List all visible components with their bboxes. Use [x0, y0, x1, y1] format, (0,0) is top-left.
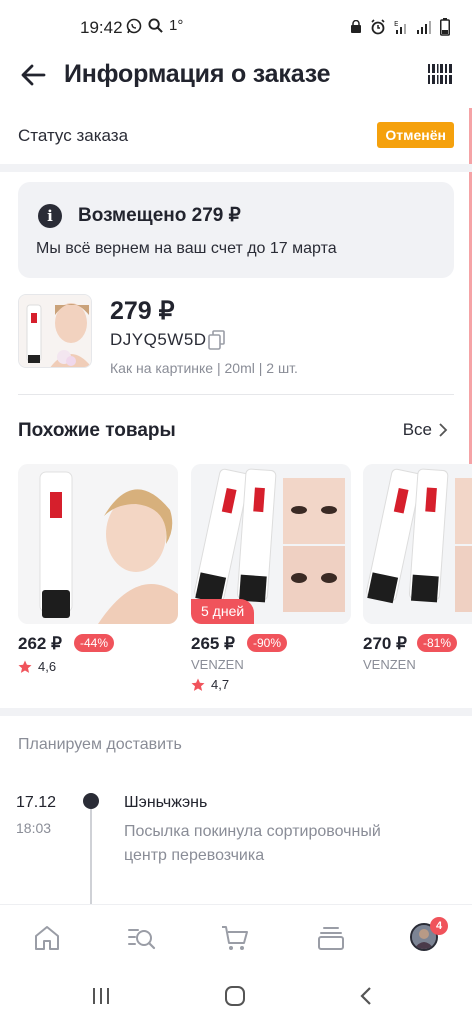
card-price: 270 ₽	[363, 634, 407, 653]
product-card[interactable]: 5 дней 265 ₽ -90% VENZEN 4,7	[191, 464, 351, 704]
status-time: 19:42	[80, 18, 123, 37]
card-price: 265 ₽	[191, 634, 235, 653]
whatsapp-icon	[126, 18, 142, 33]
status-badge: Отменён	[377, 122, 454, 148]
refund-info-box: i Возмещено 279 ₽ Мы всё вернем на ваш с…	[18, 182, 454, 278]
product-image[interactable]	[18, 294, 92, 368]
back-arrow-icon[interactable]	[18, 60, 48, 90]
recent-apps-icon[interactable]	[90, 986, 112, 1006]
signal-icon	[417, 21, 431, 34]
status-system-icons: E	[350, 18, 450, 36]
copy-icon[interactable]	[208, 330, 226, 350]
system-navigation-bar	[0, 970, 472, 1024]
delivery-heading: Планируем доставить	[18, 736, 182, 753]
order-code: DJYQ5W5D	[110, 330, 207, 349]
rating: 4,7	[191, 677, 229, 692]
timeline-line	[90, 809, 92, 904]
divider	[18, 394, 454, 395]
refund-title: Возмещено 279 ₽	[78, 205, 241, 226]
see-all-link[interactable]: Все	[403, 420, 432, 440]
product-card[interactable]: 262 ₽ -44% 4,6	[18, 464, 178, 704]
discount-badge: -81%	[417, 634, 458, 652]
timeline-city: Шэньчжэнь	[124, 794, 208, 811]
star-icon	[18, 660, 32, 673]
info-icon: i	[38, 204, 62, 228]
product-variant: Как на картинке | 20ml | 2 шт.	[110, 360, 298, 376]
refund-subtitle: Мы всё вернем на ваш счет до 17 марта	[36, 240, 337, 257]
product-card-image[interactable]: 5 дней	[191, 464, 351, 624]
similar-products-carousel[interactable]: 262 ₽ -44% 4,6 5 дней 265 ₽ -90% VENZEN …	[18, 464, 472, 704]
status-notification-icons: 1°	[126, 17, 183, 34]
notification-badge: 4	[430, 917, 448, 935]
discount-badge: -44%	[74, 634, 115, 652]
ordered-product[interactable]: 279 ₽ DJYQ5W5D Как на картинке | 20ml | …	[18, 294, 454, 384]
signal-e-icon: E	[394, 20, 406, 34]
home-icon[interactable]	[32, 923, 62, 953]
page-title: Информация о заказе	[64, 60, 331, 88]
product-price: 279 ₽	[110, 297, 175, 325]
app-bar: Информация о заказе	[0, 52, 472, 100]
discount-badge: -90%	[247, 634, 288, 652]
timeline-dot	[83, 793, 99, 809]
section-divider	[0, 164, 472, 172]
product-card[interactable]: 270 ₽ -81% VENZEN	[363, 464, 472, 704]
temperature-text: 1°	[169, 17, 184, 34]
alarm-icon	[371, 19, 385, 35]
timeline-date: 17.12	[16, 794, 57, 811]
barcode-icon[interactable]	[426, 60, 454, 88]
chevron-right-icon[interactable]	[436, 422, 450, 438]
section-divider	[0, 708, 472, 716]
rating: 4,6	[18, 659, 56, 674]
product-card-image[interactable]	[18, 464, 178, 624]
lock-icon	[351, 20, 361, 33]
home-button-icon[interactable]	[224, 985, 246, 1007]
status-bar: 19:42 1° E	[0, 0, 472, 52]
battery-icon	[440, 18, 450, 36]
product-card-image[interactable]	[363, 464, 472, 624]
svg-text:E: E	[394, 20, 398, 28]
brand-name: VENZEN	[363, 657, 416, 672]
back-button-icon[interactable]	[358, 985, 374, 1007]
card-price: 262 ₽	[18, 634, 62, 653]
search-icon	[148, 18, 163, 33]
rating-value: 4,6	[38, 659, 57, 674]
timeline-time: 18:03	[16, 820, 52, 836]
delivery-days-tag: 5 дней	[191, 599, 255, 624]
bottom-navigation: 4	[0, 904, 472, 970]
brand-name: VENZEN	[191, 657, 244, 672]
rating-value: 4,7	[211, 677, 230, 692]
cart-icon[interactable]	[220, 923, 250, 953]
order-status-row: Статус заказа Отменён	[0, 118, 472, 158]
star-icon	[191, 678, 205, 691]
catalog-search-icon[interactable]	[126, 923, 156, 953]
orders-icon[interactable]	[316, 923, 346, 953]
similar-products-title: Похожие товары	[18, 420, 176, 441]
timeline-description: Посылка покинула сортировочный центр пер…	[124, 823, 381, 864]
order-status-label: Статус заказа	[18, 126, 129, 145]
